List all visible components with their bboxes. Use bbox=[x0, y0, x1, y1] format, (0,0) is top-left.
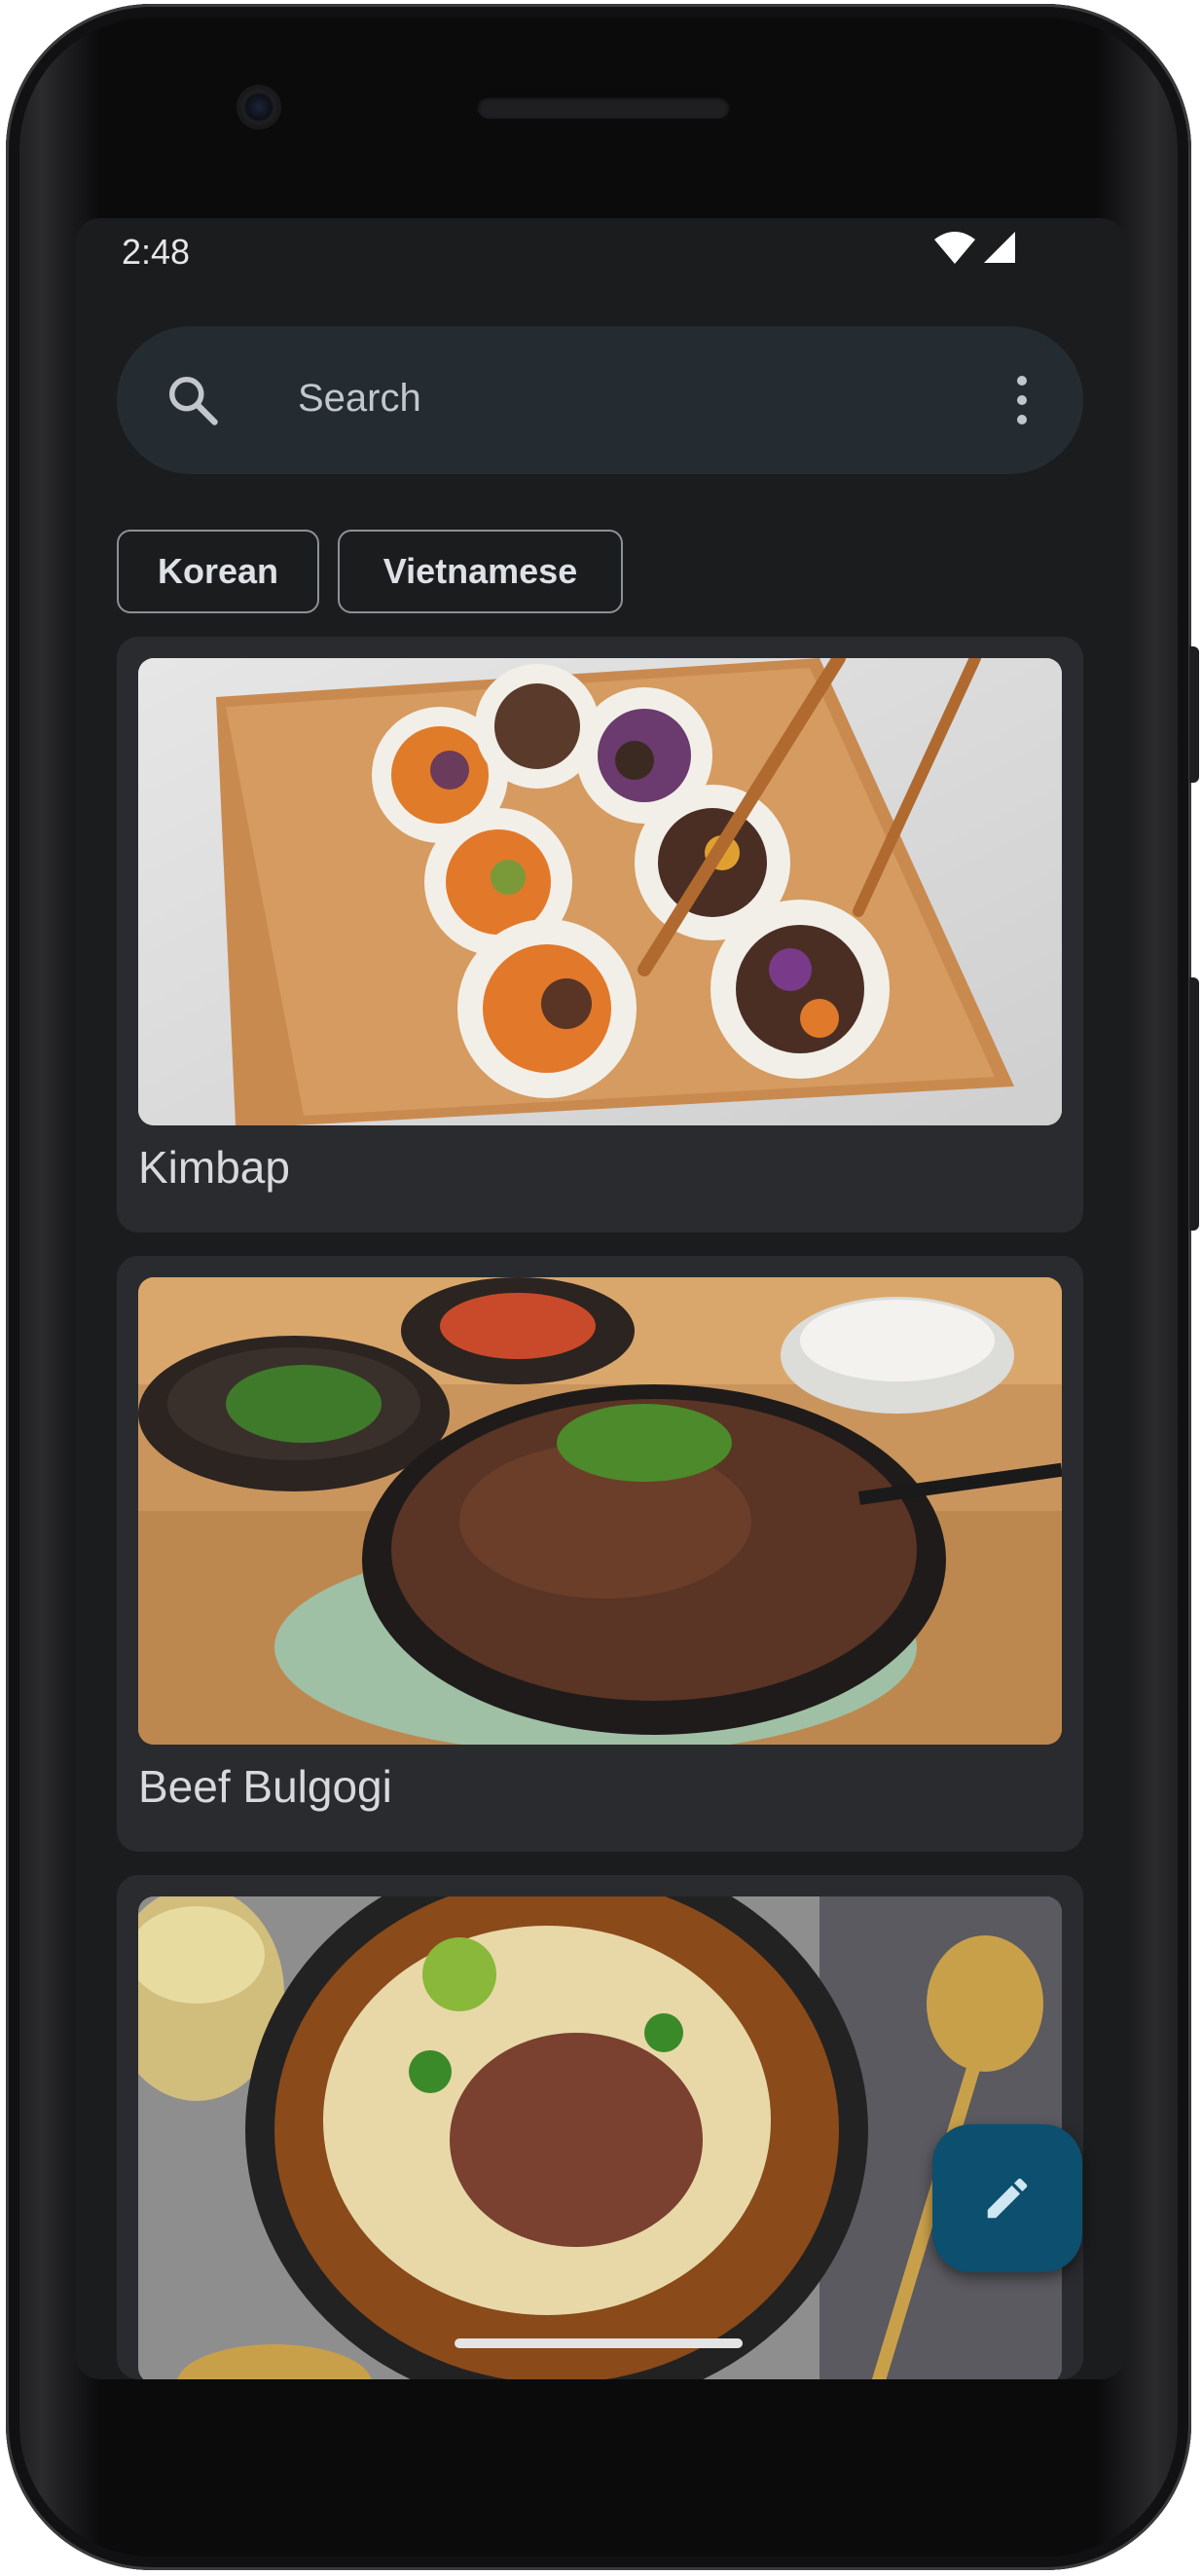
earpiece-speaker bbox=[477, 95, 730, 119]
search-input[interactable]: Search bbox=[298, 377, 421, 421]
app-screen: 2:48 Search Korean Vietnamese Kimbap Bee… bbox=[75, 218, 1126, 2379]
phone-frame: 2:48 Search Korean Vietnamese Kimbap Bee… bbox=[6, 4, 1199, 2570]
front-camera bbox=[239, 88, 278, 127]
edit-pencil-icon bbox=[987, 2178, 1028, 2219]
status-bar: 2:48 bbox=[75, 218, 1126, 286]
side-button bbox=[1189, 646, 1199, 783]
status-time: 2:48 bbox=[122, 232, 191, 272]
edit-fab-button[interactable] bbox=[932, 2124, 1082, 2272]
volume-button bbox=[1189, 977, 1199, 1231]
filter-chip-vietnamese[interactable]: Vietnamese bbox=[338, 530, 623, 613]
status-icons bbox=[933, 232, 1017, 265]
pho-photo bbox=[138, 1896, 1062, 2379]
recipe-title: Kimbap bbox=[138, 1142, 290, 1193]
recipe-card-beef-bulgogi[interactable]: Beef Bulgogi bbox=[117, 1256, 1083, 1852]
home-gesture-bar[interactable] bbox=[455, 2338, 743, 2348]
search-bar[interactable]: Search bbox=[117, 326, 1083, 474]
kimbap-photo bbox=[138, 658, 1062, 1125]
recipe-card-pho[interactable] bbox=[117, 1875, 1083, 2379]
recipe-card-kimbap[interactable]: Kimbap bbox=[117, 637, 1083, 1233]
bulgogi-photo bbox=[138, 1277, 1062, 1745]
wifi-icon bbox=[934, 232, 975, 264]
more-vert-icon[interactable] bbox=[1015, 373, 1029, 427]
cellular-signal-icon bbox=[984, 232, 1015, 263]
recipe-title: Beef Bulgogi bbox=[138, 1761, 392, 1812]
chip-label: Korean bbox=[157, 551, 279, 591]
search-icon[interactable] bbox=[164, 371, 222, 429]
chip-label: Vietnamese bbox=[382, 551, 578, 591]
filter-chip-korean[interactable]: Korean bbox=[117, 530, 319, 613]
